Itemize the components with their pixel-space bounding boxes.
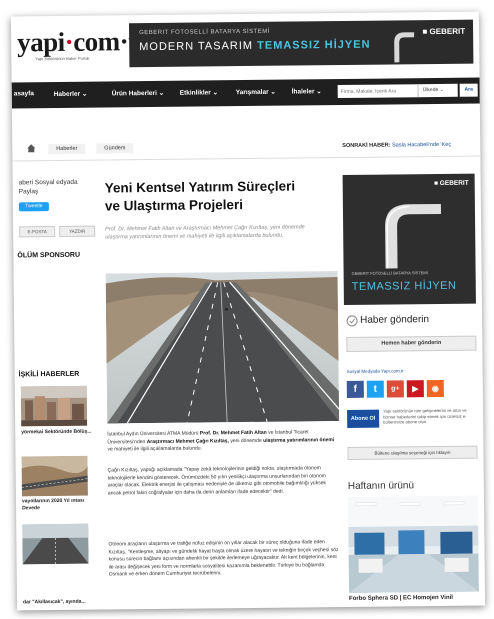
faucet-icon <box>394 32 415 63</box>
email-button[interactable]: E-POSTA <box>19 226 56 238</box>
newsletter-option-button[interactable]: Bültene ulaşılma seçeneği için tıklayın <box>347 445 478 460</box>
social-heading: Sosyal Medyada Yapı.com.tr <box>346 368 404 374</box>
nav-item-product-news[interactable]: Ürün Haberleri ⌄ <box>112 89 164 98</box>
ad-line-1: GEBERIT FOTOSELLİ BATARYA SİSTEMİ <box>139 28 270 37</box>
facebook-icon[interactable]: f <box>346 380 364 398</box>
subscribe-description: Yapı sektörünün tüm gelişmelerini ve ürü… <box>383 407 467 425</box>
nav-item-home[interactable]: asayfa <box>14 90 34 97</box>
send-news-icon <box>346 315 358 327</box>
related-image-2[interactable] <box>21 455 88 497</box>
product-of-week-heading: Haftanın ürünü <box>347 480 415 492</box>
send-news-heading: Haber gönderin <box>360 314 430 326</box>
main-nav: asayfa Haberler ⌄ Ürün Haberleri ⌄ Etkin… <box>11 77 480 109</box>
article-paragraph-3: Otonom araçların ulaştırma ve trafiğe nü… <box>108 539 339 578</box>
related-heading: İŞKİLİ HABERLER <box>18 370 80 379</box>
article-title: Yeni Kentsel Yatırım Süreçleri ve Ulaştı… <box>104 178 296 214</box>
sidebar-ad-line-1: GEBERIT FOTOSELLİ BATARYA SİSTEMİ <box>351 270 428 276</box>
search-scope-select[interactable]: Ülkede ⌄ <box>417 83 458 98</box>
rss-icon[interactable]: ◉ <box>426 379 444 398</box>
top-banner-ad[interactable]: GEBERIT FOTOSELLİ BATARYA SİSTEMİ MODERN… <box>128 19 474 68</box>
print-button[interactable]: YAZDIR <box>59 225 96 237</box>
home-icon[interactable] <box>26 143 36 153</box>
logo-dot: · <box>64 26 74 57</box>
breadcrumb-agenda[interactable]: Gündem <box>96 143 134 154</box>
page-screenshot: yapi·com·tr Yapı Sektörünün Haber Portal… <box>10 11 486 611</box>
related-caption-2[interactable]: vayollarının 2020 Yıl ıntası Devede <box>22 498 102 513</box>
tweet-button[interactable]: Tweetle <box>18 202 49 212</box>
youtube-icon[interactable]: ▶ <box>406 380 424 398</box>
share-heading: aberi Sosyal edyada Paylaş <box>18 178 78 196</box>
related-image-1[interactable] <box>20 385 88 427</box>
nav-item-competitions[interactable]: Yarışmalar ⌄ <box>236 88 276 96</box>
sidebar-ad-line-2: TEMASSIZ HİJYEN <box>351 279 457 293</box>
article-subtitle: Prof. Dr. Mehmet Fatih Altan ve Araştırm… <box>105 224 305 241</box>
sidebar-ad[interactable]: ■ GEBERIT GEBERIT FOTOSELLİ BATARYA SİST… <box>342 173 476 305</box>
product-of-week-image[interactable] <box>347 495 479 593</box>
twitter-icon[interactable]: t <box>366 380 384 398</box>
product-of-week-caption[interactable]: Forbo Sphera SD | EC Homojen Vinil <box>349 595 453 602</box>
search-input[interactable] <box>337 84 418 99</box>
article-paragraph-1: İstanbul Aydın Üniversitesi ATMA Müdürü … <box>107 429 335 453</box>
next-article-link[interactable]: SONRAKİ HABER: Sasla Hacabeli'nde 'Keç <box>342 142 451 149</box>
nav-item-events[interactable]: Etkinlikler ⌄ <box>180 88 218 96</box>
google-plus-icon[interactable]: g+ <box>386 380 404 398</box>
related-caption-3[interactable]: dar "Akıllasıcak", ayında... <box>23 599 103 607</box>
nav-item-tenders[interactable]: İhaleler ⌄ <box>292 87 322 95</box>
faucet-icon <box>385 203 441 269</box>
ad-line-2: MODERN TASARIM TEMASSIZ HİJYEN <box>139 38 371 54</box>
search-button[interactable]: Ara <box>459 83 478 97</box>
nav-item-news[interactable]: Haberler ⌄ <box>54 90 88 98</box>
related-image-3[interactable] <box>22 523 89 565</box>
site-logo[interactable]: yapi·com·tr Yapı Sektörünün Haber Portal… <box>17 26 148 66</box>
article-paragraph-2: Çağrı Kızıltaş, yaptığı açıklamada "Yapa… <box>107 465 326 497</box>
sponsor-heading: ÖLÜM SPONSORU <box>17 251 81 260</box>
breadcrumb: Haberler Gündem SONRAKİ HABER: Sasla Hac… <box>12 133 481 162</box>
ad-brand: ■ GEBERIT <box>422 26 466 37</box>
logo-text-left: yapi <box>17 26 65 58</box>
sidebar-ad-brand: ■ GEBERIT <box>434 179 469 188</box>
breadcrumb-news[interactable]: Haberler <box>48 143 86 155</box>
send-news-button[interactable]: Hemen haber gönderin <box>346 335 477 352</box>
article-hero-image <box>105 271 340 424</box>
subscribe-button[interactable]: Abone Ol <box>347 409 380 428</box>
related-caption-1[interactable]: yörmekai Sektöründe Bölüş... <box>21 429 101 437</box>
